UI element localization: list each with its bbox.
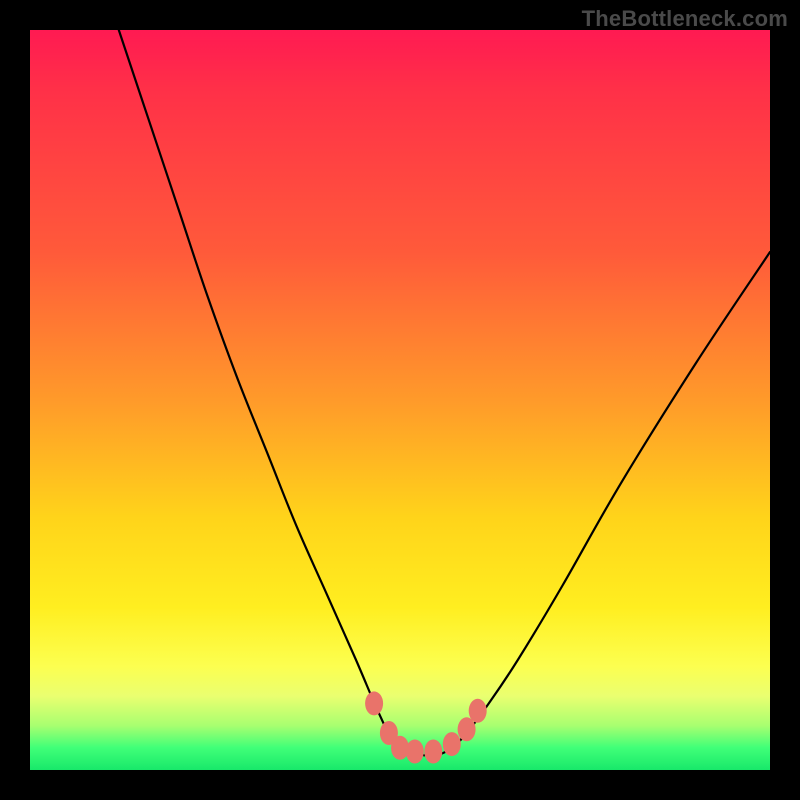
marker-dot xyxy=(469,699,487,723)
watermark-text: TheBottleneck.com xyxy=(582,6,788,32)
marker-dot xyxy=(424,740,442,764)
curve-layer xyxy=(30,30,770,770)
bottleneck-curve xyxy=(119,30,770,756)
plot-area xyxy=(30,30,770,770)
marker-dot xyxy=(406,740,424,764)
marker-dot xyxy=(365,691,383,715)
marker-dot xyxy=(443,732,461,756)
highlight-markers xyxy=(365,691,487,763)
chart-frame: TheBottleneck.com xyxy=(0,0,800,800)
